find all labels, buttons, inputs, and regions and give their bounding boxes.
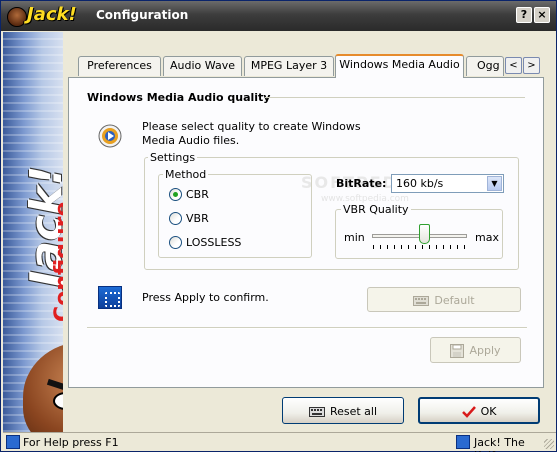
resize-grip[interactable] bbox=[544, 439, 554, 449]
help-button[interactable]: ? bbox=[516, 7, 532, 23]
slider-thumb[interactable] bbox=[418, 224, 430, 244]
tab-scroll-left-button[interactable]: < bbox=[505, 57, 522, 74]
apply-button[interactable]: Apply bbox=[430, 337, 521, 363]
tab-mpeg-layer-3[interactable]: MPEG Layer 3 bbox=[244, 56, 334, 76]
method-group-label: Method bbox=[163, 168, 209, 181]
apply-button-label: Apply bbox=[469, 344, 501, 357]
close-button[interactable]: × bbox=[534, 7, 550, 23]
windows-media-icon bbox=[98, 124, 122, 148]
press-apply-text: Press Apply to confirm. bbox=[142, 291, 269, 304]
keyboard-icon bbox=[308, 407, 325, 417]
title-bar[interactable]: Jack! Configuration ? × bbox=[1, 1, 556, 31]
app-logo: Jack! bbox=[5, 3, 77, 29]
mascot-eye-left bbox=[53, 392, 63, 410]
tab-windows-media-audio[interactable]: Windows Media Audio bbox=[335, 54, 464, 78]
side-banner: Jack! Configure bbox=[3, 32, 63, 432]
help-status-icon bbox=[6, 435, 20, 449]
checkmark-icon bbox=[461, 406, 476, 418]
bitrate-label: BitRate: bbox=[336, 177, 387, 190]
radio-lossless-indicator[interactable] bbox=[169, 236, 182, 249]
radio-lossless-label[interactable]: LOSSLESS bbox=[186, 236, 241, 249]
bitrate-select[interactable]: 160 kb/s ▼ bbox=[391, 174, 504, 193]
jack-status-icon bbox=[456, 435, 470, 449]
tab-scroll-right-button[interactable]: > bbox=[523, 57, 540, 74]
slider-ticks bbox=[373, 245, 467, 249]
reset-all-button[interactable]: Reset all bbox=[282, 397, 404, 424]
slider-min-label: min bbox=[344, 231, 365, 244]
default-button[interactable]: Default bbox=[367, 287, 521, 312]
tab-preferences[interactable]: Preferences bbox=[78, 56, 161, 76]
ok-label: OK bbox=[480, 405, 497, 418]
bitrate-value: 160 kb/s bbox=[396, 177, 444, 190]
tab-audio-wave[interactable]: Audio Wave bbox=[163, 56, 242, 76]
keyboard-icon bbox=[413, 296, 430, 306]
default-button-label: Default bbox=[434, 294, 475, 307]
ok-button[interactable]: OK bbox=[418, 397, 540, 424]
radio-cbr-label[interactable]: CBR bbox=[186, 188, 209, 201]
panel-separator bbox=[87, 327, 527, 329]
chevron-down-icon[interactable]: ▼ bbox=[487, 176, 502, 191]
logo-text: Jack! bbox=[27, 4, 77, 25]
radio-vbr-indicator[interactable] bbox=[169, 212, 182, 225]
radio-cbr-indicator[interactable] bbox=[169, 188, 182, 201]
reset-all-label: Reset all bbox=[329, 405, 378, 418]
settings-group-label: Settings bbox=[148, 151, 198, 164]
logo-face-icon bbox=[7, 7, 27, 27]
radio-vbr-label[interactable]: VBR bbox=[186, 212, 209, 225]
status-bar: For Help press F1 Jack! The Knife bbox=[3, 432, 556, 452]
floppy-disk-icon bbox=[450, 344, 465, 358]
banner-caption: Configure bbox=[51, 201, 63, 322]
window-title: Configuration bbox=[96, 8, 189, 22]
status-help-text: For Help press F1 bbox=[23, 436, 119, 449]
vbr-quality-label: VBR Quality bbox=[341, 203, 411, 216]
slider-max-label: max bbox=[475, 231, 499, 244]
tab-ogg[interactable]: Ogg bbox=[466, 56, 504, 76]
apply-icon bbox=[98, 286, 122, 309]
section-title: Windows Media Audio quality bbox=[87, 91, 271, 104]
wma-description: Please select quality to create Windows … bbox=[142, 120, 361, 147]
section-divider bbox=[265, 97, 525, 98]
configuration-window: Jack! Configuration ? × Jack! Configure … bbox=[0, 0, 557, 452]
